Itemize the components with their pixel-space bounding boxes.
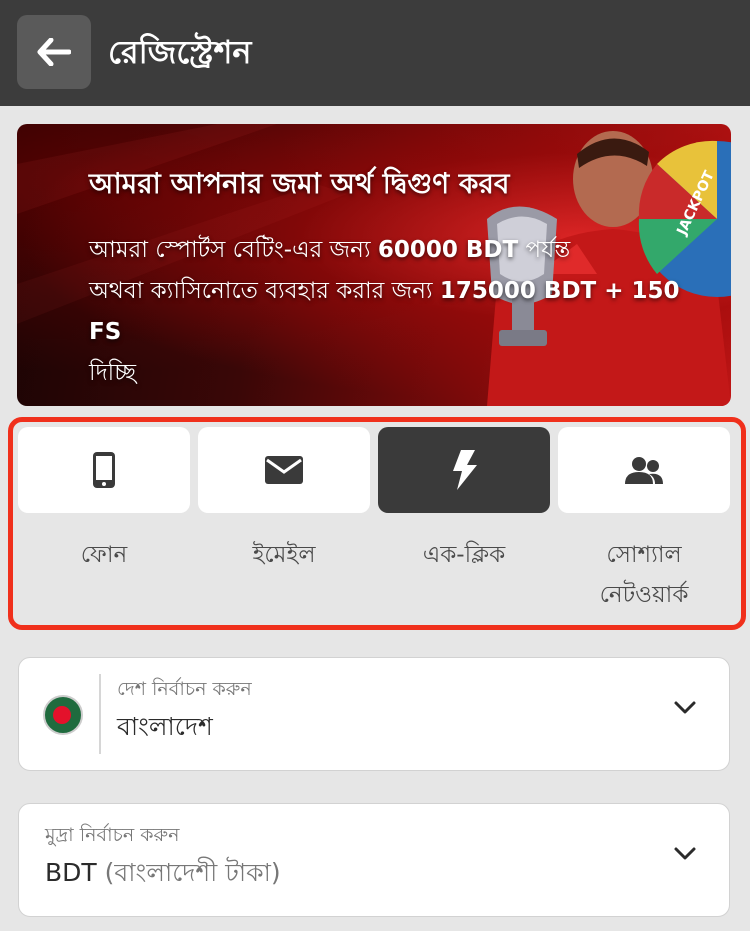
country-select-value: বাংলাদেশ <box>117 712 213 741</box>
promo-banner[interactable]: JACKPOT আমরা আপনার জমা অর্থ দ্বিগুণ করব … <box>17 124 731 406</box>
bangladesh-flag-icon <box>43 695 83 735</box>
arrow-left-icon <box>37 38 71 66</box>
method-one-click[interactable]: এক-ক্লিক <box>378 427 550 575</box>
method-email[interactable]: ইমেইল <box>198 427 370 575</box>
method-email-label: ইমেইল <box>252 542 316 568</box>
method-social-label: সোশ্যাল নেটওয়ার্ক <box>599 542 689 608</box>
chevron-down-icon <box>674 701 696 714</box>
method-phone[interactable]: ফোন <box>18 427 190 575</box>
users-icon <box>625 457 663 484</box>
method-social[interactable]: সোশ্যাল নেটওয়ার্ক <box>558 427 730 615</box>
phone-icon <box>93 452 115 488</box>
method-one-click-label: এক-ক্লিক <box>422 542 506 568</box>
banner-title: আমরা আপনার জমা অর্থ দ্বিগুণ করব <box>89 167 510 200</box>
currency-code: BDT <box>45 858 97 887</box>
method-phone-label: ফোন <box>80 542 128 568</box>
method-one-click-button[interactable] <box>378 427 550 513</box>
page-title: রেজিস্ট্রেশন <box>108 33 252 71</box>
method-social-button[interactable] <box>558 427 730 513</box>
banner-description: আমরা স্পোর্টস বেটিং-এর জন্য 60000 BDT পর… <box>89 230 709 394</box>
back-button[interactable] <box>17 15 91 89</box>
chevron-down-icon <box>674 847 696 860</box>
currency-name: (বাংলাদেশী টাকা) <box>104 858 281 887</box>
country-select[interactable]: দেশ নির্বাচন করুন বাংলাদেশ <box>18 657 730 771</box>
currency-select[interactable]: মুদ্রা নির্বাচন করুন BDT (বাংলাদেশী টাকা… <box>18 803 730 917</box>
currency-select-value: BDT (বাংলাদেশী টাকা) <box>45 856 281 890</box>
method-phone-button[interactable] <box>18 427 190 513</box>
header-bar: রেজিস্ট্রেশন <box>0 0 750 106</box>
currency-select-caption: মুদ্রা নির্বাচন করুন <box>45 824 180 846</box>
banner-line-3: দিচ্ছি <box>89 360 137 386</box>
banner-line-1: আমরা স্পোর্টস বেটিং-এর জন্য 60000 BDT পর… <box>89 237 571 263</box>
country-select-caption: দেশ নির্বাচন করুন <box>117 678 252 700</box>
banner-line-2: অথবা ক্যাসিনোতে ব্যবহার করার জন্য 175000… <box>89 278 680 345</box>
divider <box>99 674 101 754</box>
registration-method-selector: ফোন ইমেইল এক-ক্লিক সোশ্যাল নেটওয়ার্ক <box>8 417 746 630</box>
method-email-button[interactable] <box>198 427 370 513</box>
mail-icon <box>265 456 303 484</box>
lightning-icon <box>453 450 477 490</box>
